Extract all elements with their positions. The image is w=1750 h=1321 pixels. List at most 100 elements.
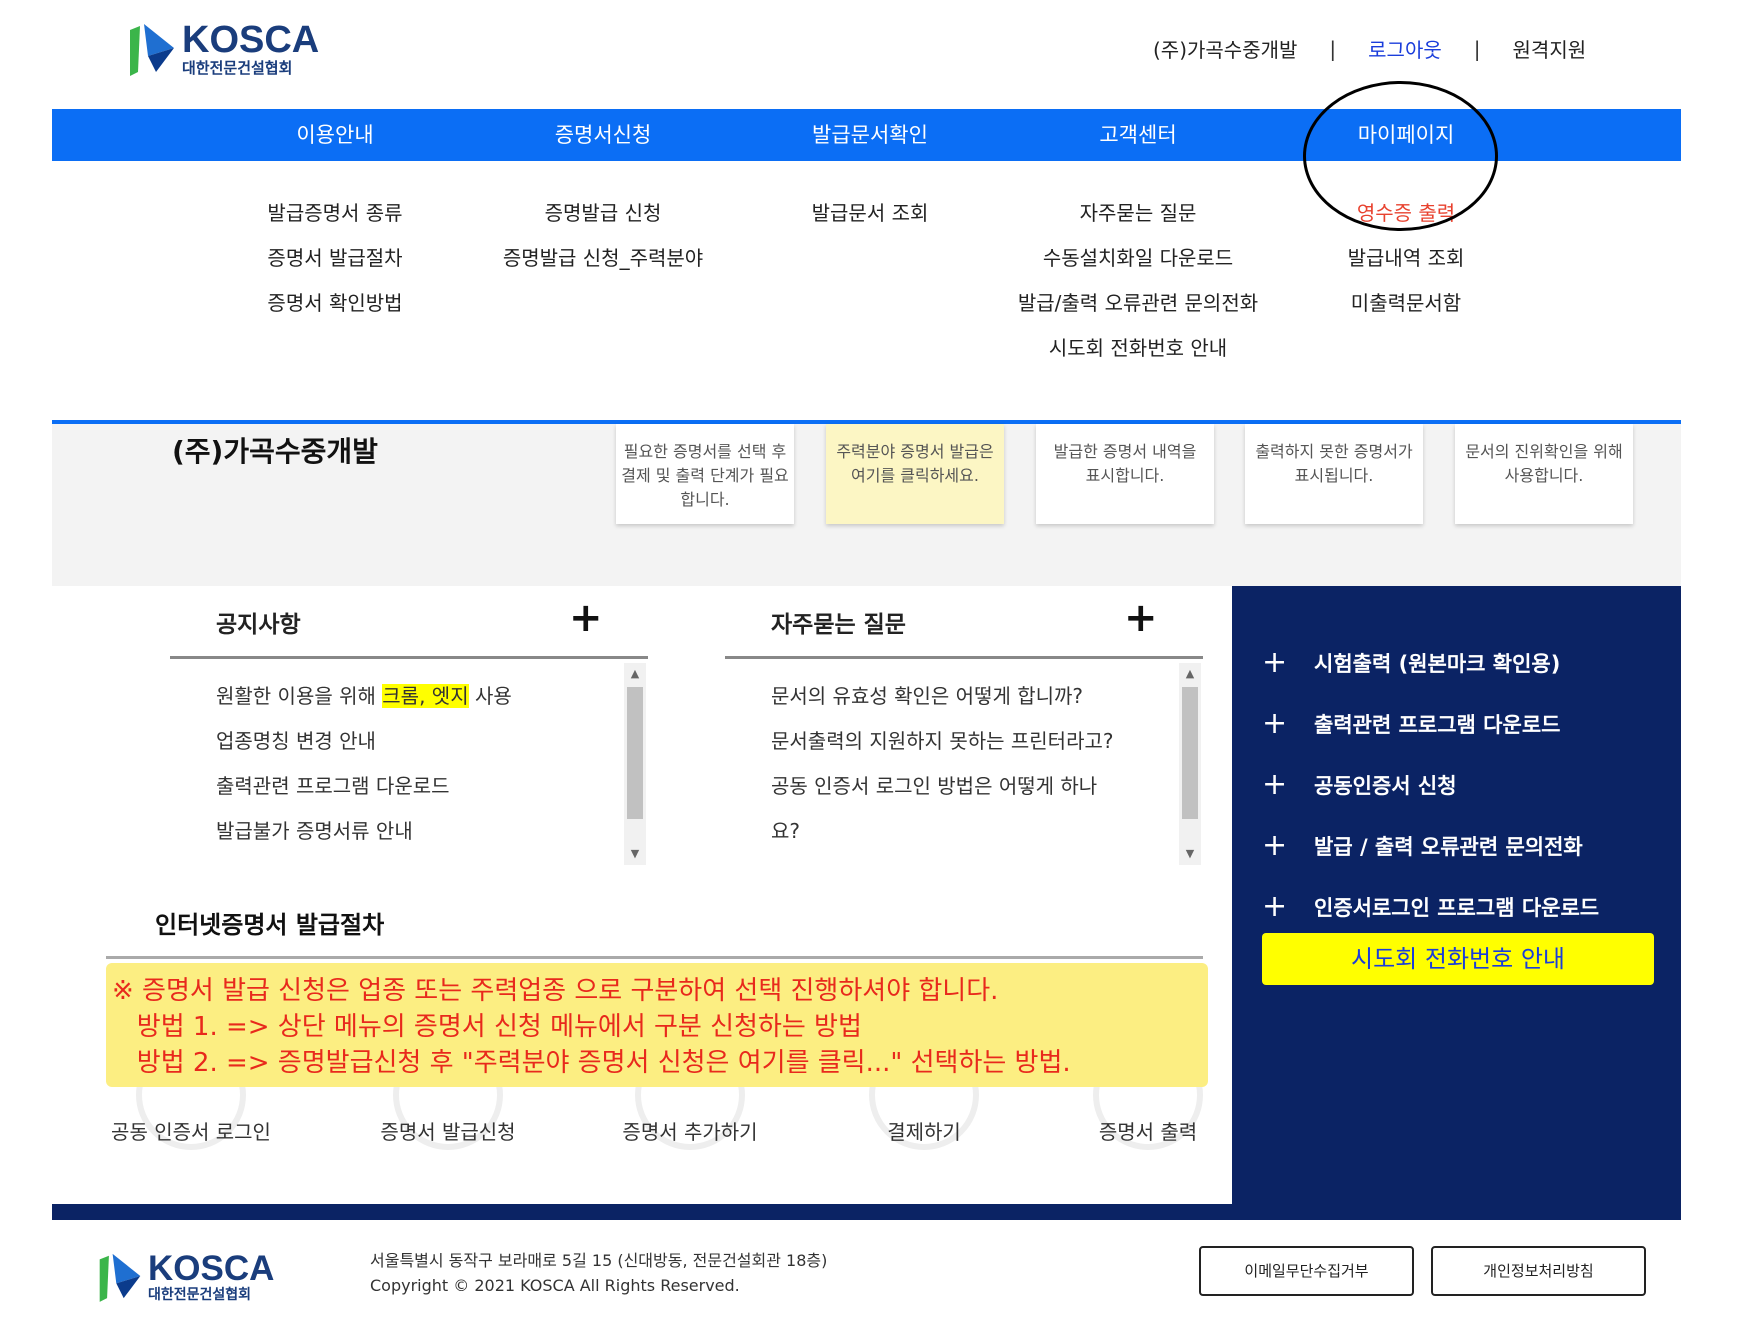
card-text: 합니다. — [680, 490, 730, 509]
faq-list: 문서의 유효성 확인은 어떻게 합니까? 문서출력의 지원하지 못하는 프린터라… — [771, 674, 1114, 854]
separator: | — [1473, 36, 1481, 61]
submenu-item[interactable]: 자주묻는 질문 — [1018, 191, 1258, 236]
plus-icon: + — [1262, 645, 1288, 680]
logout-link[interactable]: 로그아웃 — [1368, 34, 1442, 63]
annotation-circle — [1303, 81, 1498, 231]
email-refusal-button[interactable]: 이메일무단수집거부 — [1199, 1246, 1414, 1296]
footer-address: 서울특별시 동작구 보라매로 5길 15 (신대방동, 전문건설회관 18층) … — [370, 1248, 827, 1298]
notice-divider — [170, 656, 648, 659]
nav-guide[interactable]: 이용안내 — [205, 109, 465, 161]
process-note: ※ 증명서 발급 신청은 업종 또는 주력업종 으로 구분하여 선택 진행하셔야… — [106, 963, 1208, 1087]
separator: | — [1329, 36, 1337, 61]
submenu-item[interactable]: 발급문서 조회 — [812, 191, 929, 236]
logo-korean: 대한전문건설협회 — [148, 1286, 252, 1303]
submenu-item[interactable]: 증명발급 신청 — [503, 191, 703, 236]
list-item[interactable]: 업종명칭 변경 안내 — [216, 719, 512, 764]
card-select-certificate[interactable]: 필요한 증명서를 선택 후 결제 및 출력 단계가 필요 합니다. — [616, 424, 794, 524]
card-text: 표시됩니다. — [1294, 466, 1374, 485]
plus-icon: + — [1262, 706, 1288, 741]
top-links: (주)가곡수중개발 | 로그아웃 | 원격지원 — [1153, 34, 1586, 63]
remote-support-link[interactable]: 원격지원 — [1513, 34, 1587, 63]
submenu-item[interactable]: 발급내역 조회 — [1348, 236, 1465, 281]
plus-icon: + — [1262, 767, 1288, 802]
submenu-document-check: 발급문서 조회 — [812, 191, 929, 236]
header-logo[interactable]: KOSCA 대한전문건설협회 — [126, 20, 319, 76]
nav-document-check[interactable]: 발급문서확인 — [740, 109, 1000, 161]
card-text: 결제 및 출력 단계가 필요 — [621, 466, 789, 485]
submenu-item[interactable]: 미출력문서함 — [1348, 281, 1465, 326]
submenu-item[interactable]: 시도회 전화번호 안내 — [1018, 326, 1258, 371]
submenu-customer-center: 자주묻는 질문 수동설치화일 다운로드 발급/출력 오류관련 문의전화 시도회 … — [1018, 191, 1258, 371]
scroll-up-icon[interactable]: ▲ — [1179, 667, 1201, 680]
scroll-down-icon[interactable]: ▼ — [624, 847, 646, 860]
logo-korean: 대한전문건설협회 — [182, 58, 293, 77]
list-item[interactable]: 문서의 유효성 확인은 어떻게 합니까? — [771, 674, 1114, 719]
submenu-item[interactable]: 발급증명서 종류 — [267, 191, 402, 236]
nav-apply[interactable]: 증명서신청 — [473, 109, 733, 161]
card-main-field-certificate[interactable]: 주력분야 증명서 발급은 여기를 클릭하세요. — [826, 424, 1004, 524]
notice-scrollbar[interactable]: ▲ ▼ — [624, 663, 646, 865]
plus-icon: + — [1262, 828, 1288, 863]
submenu-apply: 증명발급 신청 증명발급 신청_주력분야 — [503, 191, 703, 281]
scroll-thumb[interactable] — [1182, 687, 1198, 819]
faq-divider — [725, 656, 1203, 659]
regional-phone-button[interactable]: 시도회 전화번호 안내 — [1262, 933, 1654, 985]
card-text: 발급한 증명서 내역을 — [1053, 442, 1197, 461]
faq-title: 자주묻는 질문 — [771, 612, 906, 638]
submenu-item[interactable]: 증명서 발급절차 — [267, 236, 402, 281]
notice-more-icon[interactable]: + — [569, 598, 603, 638]
copyright-text: Copyright © 2021 KOSCA All Rights Reserv… — [370, 1276, 740, 1295]
submenu-item[interactable]: 수동설치화일 다운로드 — [1018, 236, 1258, 281]
quick-link-label: 인증서로그인 프로그램 다운로드 — [1314, 896, 1600, 920]
footer-bar — [52, 1204, 1681, 1220]
list-item-text: 원활한 이용을 위해 — [216, 684, 383, 708]
card-unprinted[interactable]: 출력하지 못한 증명서가 표시됩니다. — [1245, 424, 1423, 524]
scroll-thumb[interactable] — [627, 687, 643, 819]
card-issued-history[interactable]: 발급한 증명서 내역을 표시합니다. — [1036, 424, 1214, 524]
quick-link-login-program[interactable]: + 인증서로그인 프로그램 다운로드 — [1262, 892, 1599, 922]
quick-link-certificate-apply[interactable]: + 공동인증서 신청 — [1262, 770, 1457, 800]
scroll-down-icon[interactable]: ▼ — [1179, 847, 1201, 860]
quick-link-label: 발급 / 출력 오류관련 문의전화 — [1314, 835, 1583, 859]
banner-company-name: (주)가곡수중개발 — [172, 435, 378, 468]
process-step-payment: 결제하기 — [887, 1120, 961, 1144]
quick-link-label: 출력관련 프로그램 다운로드 — [1314, 713, 1561, 737]
process-step-apply: 증명서 발급신청 — [380, 1120, 516, 1144]
submenu-item[interactable]: 증명서 확인방법 — [267, 281, 402, 326]
card-text: 출력하지 못한 증명서가 — [1255, 442, 1413, 461]
quick-link-test-print[interactable]: + 시험출력 (원본마크 확인용) — [1262, 648, 1560, 678]
process-divider — [106, 956, 1203, 959]
list-item[interactable]: 요? — [771, 809, 1114, 854]
process-step-add: 증명서 추가하기 — [622, 1120, 758, 1144]
card-text: 필요한 증명서를 선택 후 — [623, 442, 787, 461]
card-text: 표시합니다. — [1085, 466, 1165, 485]
list-item[interactable]: 문서출력의 지원하지 못하는 프린터라고? — [771, 719, 1114, 764]
kosca-logo-icon — [126, 20, 178, 76]
card-authenticity[interactable]: 문서의 진위확인을 위해 사용합니다. — [1455, 424, 1633, 524]
kosca-logo-icon — [96, 1250, 144, 1302]
notice-list: 원활한 이용을 위해 크롬, 엣지 사용 업종명칭 변경 안내 출력관련 프로그… — [216, 674, 512, 854]
quick-link-label: 시험출력 (원본마크 확인용) — [1314, 652, 1561, 676]
logo-wordmark: KOSCA — [148, 1248, 275, 1288]
quick-link-error-inquiry[interactable]: + 발급 / 출력 오류관련 문의전화 — [1262, 831, 1583, 861]
privacy-policy-button[interactable]: 개인정보처리방침 — [1431, 1246, 1646, 1296]
highlighted-text: 크롬, 엣지 — [382, 684, 469, 708]
faq-more-icon[interactable]: + — [1124, 598, 1158, 638]
list-item[interactable]: 출력관련 프로그램 다운로드 — [216, 764, 512, 809]
faq-scrollbar[interactable]: ▲ ▼ — [1179, 663, 1201, 865]
nav-customer-center[interactable]: 고객센터 — [1008, 109, 1268, 161]
scroll-up-icon[interactable]: ▲ — [624, 667, 646, 680]
note-line: 방법 2. => 증명발급신청 후 "주력분야 증명서 신청은 여기를 클릭..… — [112, 1048, 1071, 1078]
process-step-login: 공동 인증서 로그인 — [111, 1120, 271, 1144]
list-item[interactable]: 원활한 이용을 위해 크롬, 엣지 사용 — [216, 674, 512, 719]
submenu-item[interactable]: 증명발급 신청_주력분야 — [503, 236, 703, 281]
submenu-item[interactable]: 발급/출력 오류관련 문의전화 — [1018, 281, 1258, 326]
logo-wordmark: KOSCA — [182, 18, 320, 61]
note-line: 방법 1. => 상단 메뉴의 증명서 신청 메뉴에서 구분 신청하는 방법 — [112, 1012, 862, 1042]
notice-title: 공지사항 — [216, 612, 301, 638]
list-item[interactable]: 발급불가 증명서류 안내 — [216, 809, 512, 854]
quick-link-program-download[interactable]: + 출력관련 프로그램 다운로드 — [1262, 709, 1560, 739]
card-text: 여기를 클릭하세요. — [851, 466, 979, 485]
card-text: 문서의 진위확인을 위해 — [1465, 442, 1623, 461]
list-item[interactable]: 공동 인증서 로그인 방법은 어떻게 하나 — [771, 764, 1114, 809]
